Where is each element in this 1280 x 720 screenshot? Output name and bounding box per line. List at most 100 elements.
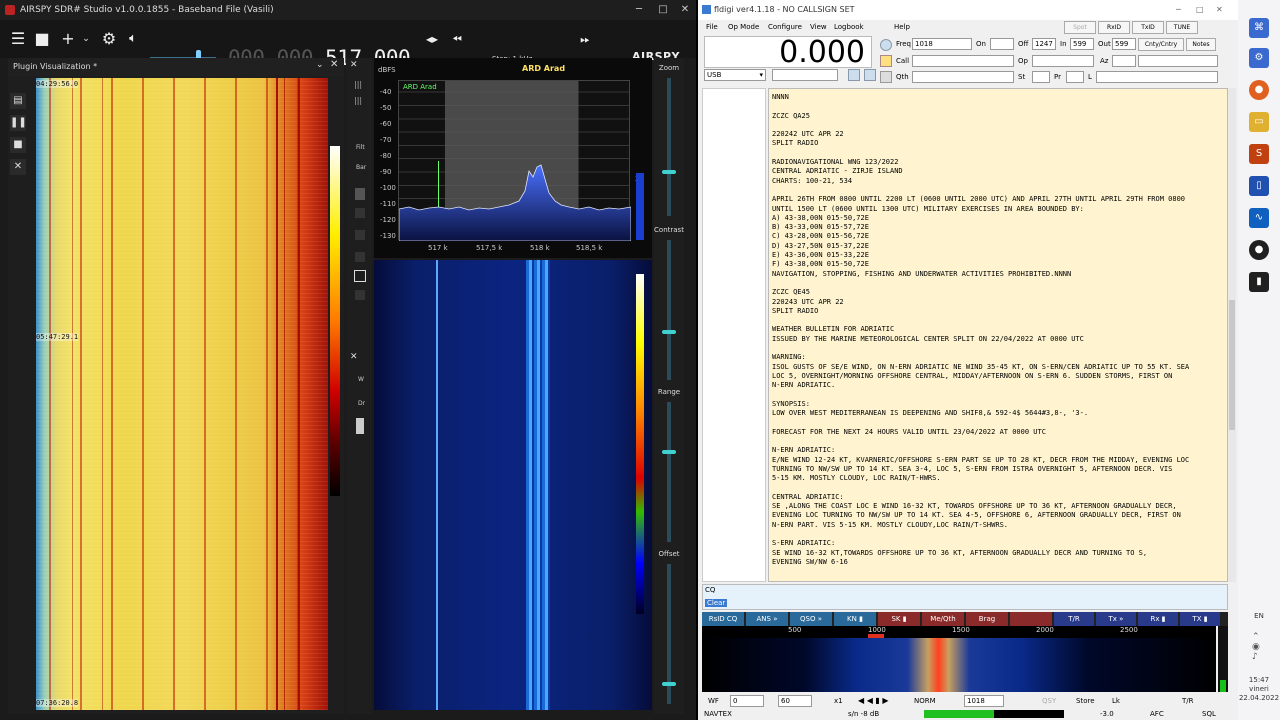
receive-text-pane[interactable]: NNNN ZCZC QA25 220242 UTC APR 22 SPLIT R…	[768, 88, 1228, 582]
close-button[interactable]: ✕	[674, 0, 696, 20]
mode-select[interactable]: USB ▾	[704, 69, 766, 81]
side-checkbox[interactable]	[355, 230, 365, 240]
macro-button[interactable]: Rx ▮	[1138, 612, 1178, 626]
add-icon[interactable]: +	[58, 20, 78, 58]
gear-icon[interactable]: ⚙	[98, 20, 120, 58]
macro-button[interactable]: T/R	[1054, 612, 1094, 626]
firefox-icon[interactable]: ●	[1249, 80, 1269, 100]
afc-toggle[interactable]: AFC	[1150, 708, 1164, 720]
bars-icon[interactable]: |||	[354, 80, 362, 89]
wf-low-input[interactable]: 0	[730, 695, 764, 707]
menu-logbook[interactable]: Logbook	[834, 20, 864, 34]
clear-log-icon[interactable]	[880, 71, 892, 83]
macro-button[interactable]: QSO »	[790, 612, 832, 626]
side-checkbox[interactable]	[355, 208, 365, 218]
plugin-waterfall[interactable]	[36, 78, 328, 710]
speaker-icon[interactable]: 🔈︎	[122, 20, 144, 58]
qth-input[interactable]	[912, 71, 1014, 83]
globe-icon[interactable]	[880, 39, 892, 51]
main-waterfall[interactable]	[374, 260, 652, 710]
fldigi-minimize-button[interactable]: ─	[1176, 0, 1181, 20]
macro-button[interactable]: KN ▮	[834, 612, 876, 626]
range-slider[interactable]	[667, 402, 671, 542]
clear-button[interactable]: Clear	[705, 599, 728, 607]
fldigi-maximize-button[interactable]: □	[1196, 0, 1204, 20]
fldigi-close-button[interactable]: ✕	[1216, 0, 1223, 20]
signal-browser[interactable]	[702, 88, 766, 582]
stop-square-icon[interactable]: ■	[10, 137, 26, 153]
minimize-button[interactable]: ─	[628, 0, 650, 20]
side-checkbox[interactable]	[355, 188, 365, 200]
rewind-icon[interactable]: ⏪︎	[448, 20, 466, 58]
bandwidth-select[interactable]	[772, 69, 838, 81]
tr-button[interactable]: T/R	[1182, 695, 1194, 707]
macro-button[interactable]: ANS »	[746, 612, 788, 626]
menu-view[interactable]: View	[810, 20, 827, 34]
off-input[interactable]: 1247	[1032, 38, 1056, 50]
freq-input[interactable]: 1018	[912, 38, 972, 50]
province-input[interactable]	[1066, 71, 1084, 83]
wf-range-input[interactable]: 60	[778, 695, 812, 707]
pause-icon[interactable]: ❚❚	[10, 115, 27, 131]
settings-app-icon[interactable]: ⚙	[1249, 48, 1269, 68]
menu-configure[interactable]: Configure	[768, 20, 802, 34]
language-indicator[interactable]: EN	[1238, 612, 1280, 620]
panel-chevron-icon[interactable]: ⌄	[316, 60, 324, 70]
panel-close-icon[interactable]: ✕	[330, 59, 338, 70]
side-checkbox[interactable]	[355, 252, 365, 262]
tray-icons[interactable]: ⌃ ◉ ♪	[1252, 632, 1260, 662]
wf-button[interactable]: WF	[708, 695, 719, 707]
terminal-icon[interactable]: ▮	[1249, 272, 1269, 292]
tune-button[interactable]: TUNE	[1166, 21, 1198, 34]
offset-knob[interactable]	[662, 682, 676, 686]
playback-icons[interactable]: ◀ ◀ ▮ ▶	[858, 695, 889, 707]
contrast-knob[interactable]	[662, 330, 676, 334]
rst-out-input[interactable]: 599	[1112, 38, 1136, 50]
pin-icon[interactable]: ✕	[350, 60, 358, 70]
menu-help[interactable]: Help	[894, 20, 910, 34]
pencil-icon[interactable]	[880, 55, 892, 67]
document-icon[interactable]: ▤	[10, 93, 26, 109]
call-input[interactable]	[912, 55, 1014, 67]
macro-button[interactable]: SK ▮	[878, 612, 920, 626]
zoom-knob[interactable]	[662, 170, 676, 174]
audio-app-icon[interactable]: ∿	[1249, 208, 1269, 228]
hamburger-menu-icon[interactable]: ☰	[8, 20, 28, 58]
tune-step-icon[interactable]: ◂▸	[422, 20, 442, 58]
sql-toggle[interactable]: SQL	[1202, 708, 1216, 720]
stop-icon[interactable]: ■	[32, 20, 52, 58]
fldigi-waterfall[interactable]	[702, 638, 1216, 692]
refresh-icon[interactable]	[848, 69, 860, 81]
macro-button[interactable]	[1010, 612, 1052, 626]
transmit-text-pane[interactable]: CQ Clear	[702, 584, 1228, 610]
menu-file[interactable]: File	[706, 20, 718, 34]
rxid-button[interactable]: RxID	[1098, 21, 1130, 34]
state-input[interactable]	[1032, 71, 1050, 83]
clock[interactable]: 15:47 vineri 22.04.2022	[1238, 676, 1280, 703]
spectrum-analyzer[interactable]: dBFS ARD Arad ARD Arad -40 -50 -60 -70 -…	[374, 58, 652, 258]
maximize-button[interactable]: □	[652, 0, 674, 20]
macro-button[interactable]: Me/Qth	[922, 612, 964, 626]
tools-icon[interactable]: ✕	[10, 159, 26, 175]
receive-scroll-thumb[interactable]	[1229, 300, 1235, 430]
side-checkbox[interactable]	[354, 270, 366, 282]
range-knob[interactable]	[662, 450, 676, 454]
az-input[interactable]	[1112, 55, 1136, 67]
rig-frequency-display[interactable]: 0.000	[704, 36, 872, 69]
zoom-value[interactable]: x1	[834, 695, 843, 707]
airspy-taskbar-icon[interactable]: ●	[1249, 240, 1269, 260]
side-checkbox[interactable]	[355, 290, 365, 300]
carrier-freq-input[interactable]: 1018	[964, 695, 1004, 707]
op-input[interactable]	[1032, 55, 1094, 67]
txid-button[interactable]: TxID	[1132, 21, 1164, 34]
country-button[interactable]: Cnty/Cntry	[1138, 38, 1184, 51]
qsy-button[interactable]: QSY	[1042, 695, 1056, 707]
contrast-slider[interactable]	[667, 240, 671, 380]
network-app-icon[interactable]: ⌘	[1249, 18, 1269, 38]
app-icon[interactable]: ▯	[1249, 176, 1269, 196]
store-button[interactable]: Store	[1076, 695, 1095, 707]
macro-button[interactable]: TX ▮	[1180, 612, 1220, 626]
pin-icon[interactable]: ✕	[350, 352, 358, 362]
bars-icon[interactable]: |||	[354, 96, 362, 105]
notes-button[interactable]: Notes	[1186, 38, 1216, 51]
